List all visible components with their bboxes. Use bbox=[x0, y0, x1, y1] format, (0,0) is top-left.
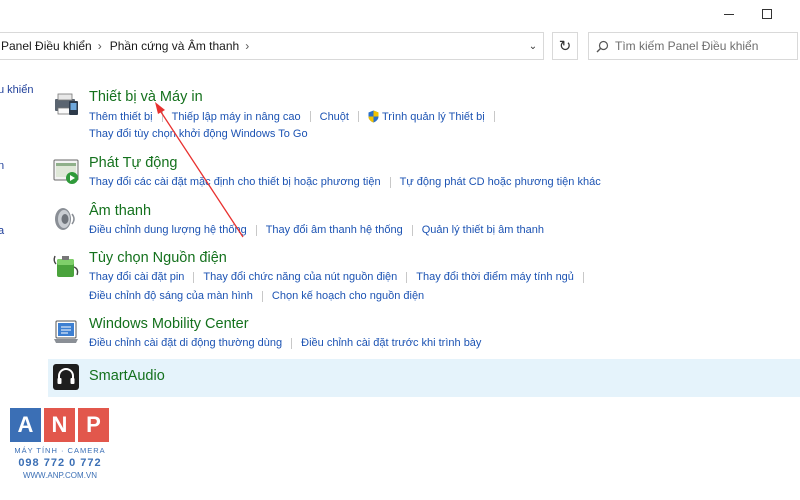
divider bbox=[357, 111, 359, 122]
breadcrumb-hardware-sound[interactable]: Phần cứng và Âm thanh bbox=[108, 39, 241, 53]
category-title-sound[interactable]: Âm thanh bbox=[89, 203, 151, 219]
category-mobility-center: Windows Mobility Center Điều chỉnh cài đ… bbox=[48, 316, 800, 356]
address-bar[interactable]: Panel Điều khiển › Phần cứng và Âm thanh… bbox=[0, 32, 544, 60]
link-autoplay-cd[interactable]: Tự động phát CD hoặc phương tiện khác bbox=[400, 176, 601, 188]
speaker-icon[interactable] bbox=[52, 205, 80, 233]
category-title-power-options[interactable]: Tùy chọn Nguồn điện bbox=[89, 250, 227, 266]
link-change-system-sounds[interactable]: Thay đổi âm thanh hệ thống bbox=[266, 224, 403, 236]
printer-icon[interactable] bbox=[52, 91, 80, 119]
sidebar-item-partial: n bbox=[0, 160, 5, 172]
logo-tagline: MÁY TÍNH · CAMERA bbox=[14, 446, 106, 455]
link-windows-to-go[interactable]: Thay đổi tùy chọn khởi động Windows To G… bbox=[89, 128, 308, 140]
title-bar bbox=[0, 0, 800, 28]
sidebar-item-partial-2[interactable]: a bbox=[0, 225, 4, 237]
link-device-manager[interactable]: Trình quản lý Thiết bị bbox=[382, 111, 485, 123]
category-title-devices-printers[interactable]: Thiết bị và Máy in bbox=[89, 89, 203, 105]
link-change-power-buttons[interactable]: Thay đổi chức năng của nút nguồn điện bbox=[203, 271, 397, 283]
search-placeholder: Tìm kiếm Panel Điều khiển bbox=[615, 39, 759, 53]
chevron-right-icon[interactable]: › bbox=[241, 39, 255, 53]
link-change-sleep-time[interactable]: Thay đổi thời điểm máy tính ngủ bbox=[416, 271, 574, 283]
link-add-device[interactable]: Thêm thiết bị bbox=[89, 111, 153, 123]
link-mouse[interactable]: Chuột bbox=[320, 111, 349, 123]
logo-letter-p: P bbox=[78, 408, 109, 442]
category-sound: Âm thanh Điều chỉnh dung lượng hệ thống … bbox=[48, 203, 800, 243]
chevron-right-icon[interactable]: › bbox=[94, 39, 108, 53]
divider bbox=[406, 271, 408, 283]
link-choose-power-plan[interactable]: Chọn kế hoạch cho nguồn điện bbox=[272, 290, 424, 302]
divider bbox=[161, 111, 163, 122]
link-adjust-mobile-settings[interactable]: Điều chỉnh cài đặt di động thường dùng bbox=[89, 337, 282, 349]
divider bbox=[582, 271, 584, 283]
category-smartaudio[interactable]: SmartAudio bbox=[48, 359, 800, 397]
link-adjust-screen-brightness[interactable]: Điều chỉnh độ sáng của màn hình bbox=[89, 290, 253, 302]
divider bbox=[193, 271, 195, 283]
search-icon bbox=[589, 40, 615, 53]
link-adjust-system-volume[interactable]: Điều chỉnh dung lượng hệ thống bbox=[89, 224, 247, 236]
logo-letter-n: N bbox=[44, 408, 75, 442]
sidebar-item-control-panel-home[interactable]: u khiển bbox=[0, 84, 33, 96]
watermark-logo: A N P MÁY TÍNH · CAMERA 098 772 0 772 WW… bbox=[10, 408, 110, 496]
refresh-icon: ↻ bbox=[558, 38, 572, 55]
link-advanced-printer-setup[interactable]: Thiếp lập máy in nâng cao bbox=[172, 111, 301, 123]
category-autoplay: Phát Tự động Thay đổi các cài đặt mặc đị… bbox=[48, 155, 800, 195]
divider bbox=[389, 176, 391, 188]
category-power-options: Tùy chọn Nguồn điện Thay đổi cài đặt pin… bbox=[48, 250, 800, 308]
divider bbox=[291, 337, 293, 349]
divider bbox=[493, 111, 495, 122]
chevron-down-icon[interactable]: ⌄ bbox=[523, 33, 543, 59]
logo-letter-a: A bbox=[10, 408, 41, 442]
divider bbox=[255, 224, 257, 236]
smartaudio-icon bbox=[53, 364, 79, 390]
search-input[interactable]: Tìm kiếm Panel Điều khiển bbox=[588, 32, 798, 60]
minimize-icon bbox=[724, 13, 734, 15]
logo-phone: 098 772 0 772 bbox=[18, 457, 102, 469]
maximize-button[interactable] bbox=[744, 2, 790, 26]
category-title-smartaudio[interactable]: SmartAudio bbox=[89, 368, 165, 384]
maximize-icon bbox=[762, 9, 772, 19]
divider bbox=[411, 224, 413, 236]
divider bbox=[309, 111, 311, 122]
category-title-autoplay[interactable]: Phát Tự động bbox=[89, 155, 177, 171]
logo-website: WWW.ANP.COM.VN bbox=[22, 471, 98, 480]
link-change-default-settings[interactable]: Thay đổi các cài đặt mặc định cho thiết … bbox=[89, 176, 381, 188]
category-title-mobility-center[interactable]: Windows Mobility Center bbox=[89, 316, 249, 332]
mobility-center-icon[interactable] bbox=[52, 318, 80, 346]
category-devices-printers: Thiết bị và Máy in Thêm thiết bị Thiếp l… bbox=[48, 89, 800, 145]
divider bbox=[261, 290, 263, 302]
battery-icon[interactable] bbox=[52, 252, 80, 280]
link-manage-audio-devices[interactable]: Quản lý thiết bị âm thanh bbox=[422, 224, 544, 236]
link-adjust-presentation-settings[interactable]: Điều chỉnh cài đặt trước khi trình bày bbox=[301, 337, 481, 349]
link-change-battery-settings[interactable]: Thay đổi cài đặt pin bbox=[89, 271, 184, 283]
uac-shield-icon bbox=[368, 110, 379, 123]
refresh-button[interactable]: ↻ bbox=[552, 32, 578, 60]
autoplay-icon[interactable] bbox=[52, 157, 80, 185]
breadcrumb-control-panel[interactable]: Panel Điều khiển bbox=[0, 39, 94, 53]
